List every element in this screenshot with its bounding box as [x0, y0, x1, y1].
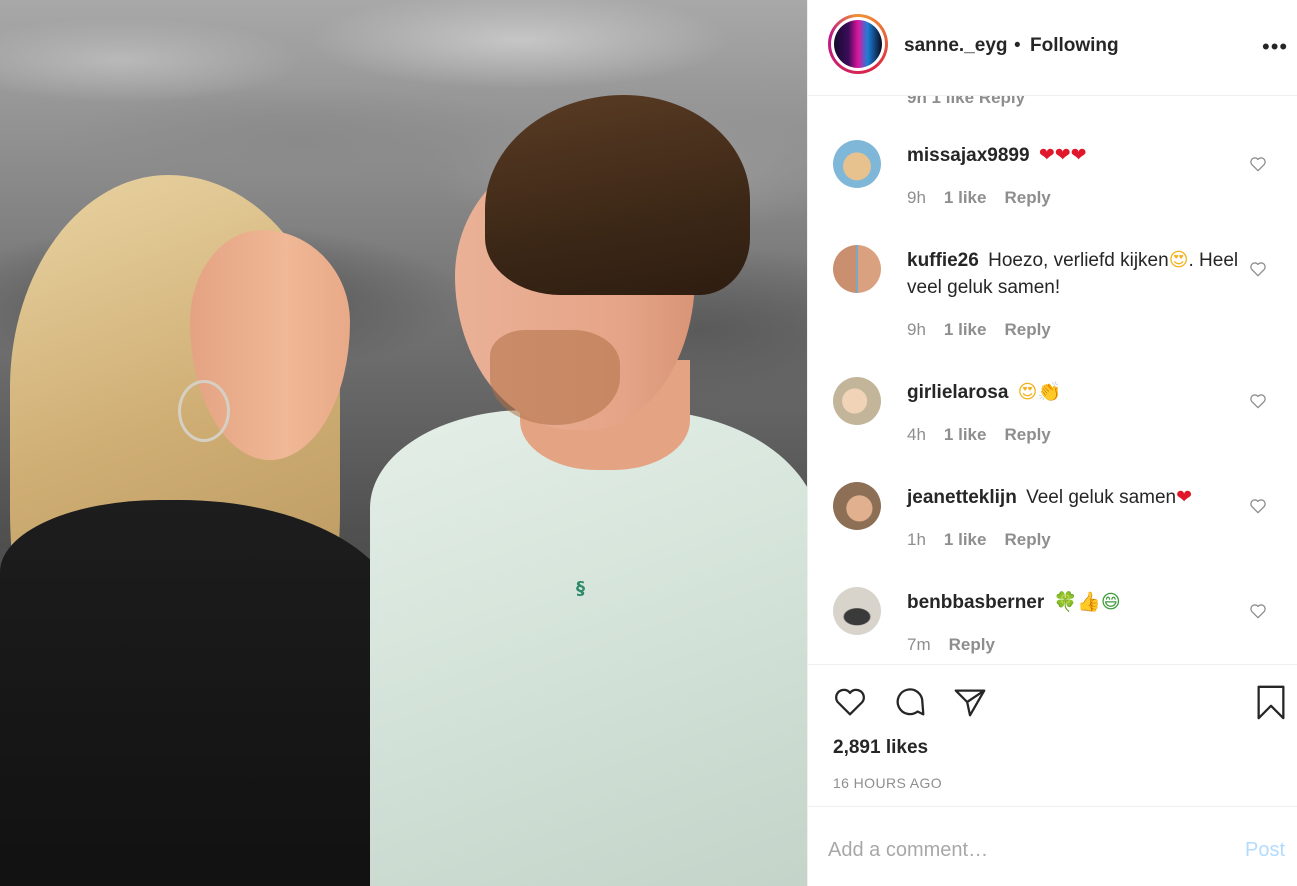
post-side-panel: sanne._eyg • Following ••• 9h 1 like Rep… — [807, 0, 1297, 886]
sweater-logo-icon: § — [576, 578, 585, 599]
photo-man-beard — [490, 330, 620, 425]
commenter-username[interactable]: girlielarosa — [907, 382, 1008, 403]
photo-earring — [178, 380, 230, 442]
likes-count[interactable]: 2,891 likes — [833, 737, 928, 759]
comment-time[interactable]: 4h — [907, 425, 926, 444]
more-horizontal-icon[interactable]: ••• — [1262, 34, 1288, 60]
comment-time[interactable]: 1h — [907, 530, 926, 549]
header-separator: • — [1014, 35, 1021, 56]
commenter-avatar[interactable] — [833, 587, 881, 635]
comment-like-heart-icon[interactable] — [1248, 259, 1268, 279]
post-photo[interactable]: § — [0, 0, 807, 886]
comment-emoji: ❤ — [1176, 486, 1193, 508]
reply-button[interactable]: Reply — [949, 635, 995, 654]
commenter-username[interactable]: jeanetteklijn — [907, 487, 1017, 508]
reply-button[interactable]: Reply — [1004, 188, 1050, 207]
comment-time[interactable]: 9h — [907, 188, 926, 207]
comment-time[interactable]: 7m — [907, 635, 931, 654]
comment-emoji: 😍👏 — [1017, 381, 1062, 403]
commenter-username[interactable]: kuffie26 — [907, 250, 979, 271]
commenter-avatar[interactable] — [833, 245, 881, 293]
commenter-avatar[interactable] — [833, 140, 881, 188]
comment-emoji: 😍 — [1168, 249, 1189, 271]
commenter-username[interactable]: benbbasberner — [907, 592, 1044, 613]
reply-button[interactable]: Reply — [1004, 530, 1050, 549]
post-comment-button[interactable]: Post — [1245, 839, 1285, 862]
comment-like-heart-icon[interactable] — [1248, 391, 1268, 411]
comment-text: Hoezo, verliefd kijken — [988, 250, 1169, 271]
following-button[interactable]: Following — [1030, 35, 1119, 57]
send-icon[interactable] — [951, 683, 989, 721]
post-header: sanne._eyg • Following ••• — [808, 0, 1297, 96]
photo-woman-body — [0, 500, 400, 886]
photo-man-hair — [485, 95, 750, 295]
comment-like-heart-icon[interactable] — [1248, 601, 1268, 621]
comments-list[interactable]: 9h 1 like Reply missajax9899 ❤❤❤ 9h 1 lik… — [808, 96, 1297, 664]
comment-like-count[interactable]: 1 like — [944, 425, 987, 444]
cut-off-comment-meta: 9h 1 like Reply — [907, 96, 1026, 107]
author-avatar[interactable] — [828, 14, 888, 74]
comment-text: Veel geluk samen — [1026, 487, 1177, 508]
commenter-avatar[interactable] — [833, 482, 881, 530]
post-timestamp[interactable]: 16 HOURS AGO — [833, 775, 942, 791]
add-comment-input[interactable] — [828, 833, 1218, 867]
reply-button[interactable]: Reply — [1004, 425, 1050, 444]
bookmark-icon[interactable] — [1252, 683, 1290, 721]
photo-man-sweater — [370, 410, 807, 886]
author-username[interactable]: sanne._eyg — [904, 35, 1008, 57]
add-comment-bar: Post — [808, 806, 1297, 886]
commenter-avatar[interactable] — [833, 377, 881, 425]
comment-emoji: ❤❤❤ — [1038, 144, 1087, 166]
reply-button[interactable]: Reply — [1004, 320, 1050, 339]
comment-like-heart-icon[interactable] — [1248, 496, 1268, 516]
comment-like-count[interactable]: 1 like — [944, 530, 987, 549]
commenter-username[interactable]: missajax9899 — [907, 145, 1030, 166]
comment-time[interactable]: 9h — [907, 320, 926, 339]
post-actions: 2,891 likes 16 HOURS AGO — [808, 664, 1297, 806]
comment-emoji: 🍀👍😄 — [1053, 591, 1121, 613]
comment-icon[interactable] — [891, 683, 929, 721]
author-avatar-image — [834, 20, 882, 68]
comment-like-count[interactable]: 1 like — [944, 320, 987, 339]
heart-icon[interactable] — [831, 683, 869, 721]
comment-like-heart-icon[interactable] — [1248, 154, 1268, 174]
comment-like-count[interactable]: 1 like — [944, 188, 987, 207]
